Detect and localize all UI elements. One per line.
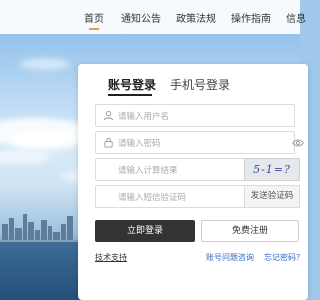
login-button[interactable]: 立即登录: [95, 220, 195, 242]
sms-code-field[interactable]: 请输入短信验证码: [95, 185, 245, 208]
cloud: [20, 58, 70, 70]
calc-placeholder: 请输入计算结果: [118, 166, 178, 176]
nav-item-info[interactable]: 信息: [286, 10, 306, 25]
nav-active-indicator: [89, 28, 99, 30]
register-button[interactable]: 免费注册: [201, 220, 299, 242]
top-nav: 首页 通知公告 政策法规 操作指南 信息: [0, 0, 306, 34]
username-field[interactable]: 请输入用户名: [95, 104, 295, 127]
city-skyline: [0, 208, 80, 242]
password-placeholder: 请输入密码: [118, 139, 161, 149]
nav-item-home[interactable]: 首页: [84, 10, 104, 25]
login-card: 账号登录 手机号登录 请输入用户名 请输入密码 请输入计算结果 5-1=? 请输…: [78, 64, 308, 300]
tab-active-indicator: [108, 94, 152, 96]
captcha-text: 5-1=?: [253, 163, 291, 176]
tab-phone-login[interactable]: 手机号登录: [170, 76, 230, 93]
account-faq-link[interactable]: 账号问题咨询: [206, 252, 254, 263]
nav-item-policies[interactable]: 政策法规: [176, 10, 216, 25]
forgot-password-link[interactable]: 忘记密码？: [264, 252, 304, 263]
tab-account-login[interactable]: 账号登录: [108, 76, 156, 93]
password-field[interactable]: 请输入密码: [95, 131, 304, 154]
tech-support-link[interactable]: 技术支持: [95, 252, 127, 263]
sms-placeholder: 请输入短信验证码: [118, 193, 187, 203]
cloud: [10, 130, 80, 150]
user-icon: [103, 111, 114, 121]
eye-icon[interactable]: [292, 138, 304, 148]
lock-icon: [104, 137, 113, 148]
nav-item-guide[interactable]: 操作指南: [231, 10, 271, 25]
send-sms-code-button[interactable]: 发送验证码: [244, 185, 300, 208]
nav-item-notices[interactable]: 通知公告: [121, 10, 161, 25]
username-placeholder: 请输入用户名: [118, 112, 170, 122]
cloud: [0, 150, 50, 164]
calc-result-field[interactable]: 请输入计算结果: [95, 158, 245, 181]
captcha-image[interactable]: 5-1=?: [244, 158, 300, 181]
